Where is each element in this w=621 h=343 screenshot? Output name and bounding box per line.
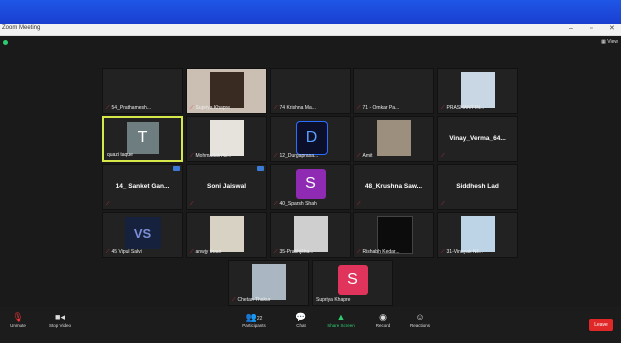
video-tile[interactable]: Siddhesh Lad ⟋: [437, 164, 518, 210]
connection-status-icon: [3, 40, 8, 45]
video-tile[interactable]: VS ⟋ 45 Vipul Salvi: [102, 212, 183, 258]
share-screen-button[interactable]: ▲ Share Screen: [323, 311, 359, 328]
mic-muted-icon: ⟋: [106, 201, 110, 207]
meeting-area: ▦ View ⟋ 54_Prathamesh... ⟋ Supriya Khapre…: [0, 36, 621, 343]
participant-photo: [376, 120, 411, 156]
video-tile[interactable]: ⟋ Amit: [353, 116, 434, 162]
minimize-icon[interactable]: –: [569, 24, 573, 34]
chat-button[interactable]: 💬 Chat: [283, 311, 319, 328]
video-tile[interactable]: D ⟋ 12_Durgaprasa...: [270, 116, 351, 162]
leave-button[interactable]: Leave: [589, 319, 613, 331]
mic-muted-icon: ⟋: [441, 105, 445, 111]
view-button[interactable]: ▦ View: [601, 39, 618, 45]
window-title-bar: Zoom Meeting – ▫ ✕: [0, 24, 621, 36]
mic-muted-icon: ⟋: [190, 105, 194, 111]
video-tile[interactable]: S Supriya Khapre: [312, 260, 393, 306]
mic-muted-icon: ⟋: [274, 105, 278, 111]
participant-video: [209, 72, 244, 108]
unmute-button[interactable]: 🎙 Unmute: [0, 311, 36, 328]
participants-icon: 👥22: [245, 312, 263, 322]
mic-muted-icon: ⟋: [232, 297, 236, 303]
participant-photo: [293, 216, 328, 252]
desktop-top-bar: [0, 0, 621, 24]
mic-muted-icon: ⟋: [106, 249, 110, 255]
mic-muted-icon: ⟋: [357, 249, 361, 255]
video-tile[interactable]: 14_ Sanket Gan... ⟋: [102, 164, 183, 210]
participant-avatar: S: [295, 169, 326, 199]
meeting-toolbar: 🎙 Unmute ■◂ Stop Video 👥22 Participants …: [0, 307, 621, 343]
record-icon: ◉: [379, 312, 387, 322]
more-options-icon[interactable]: [257, 166, 264, 171]
video-tile[interactable]: 48_Krushna Saw... ⟋: [353, 164, 434, 210]
mic-muted-icon: ⟋: [441, 201, 445, 207]
video-tile-active-speaker[interactable]: T quazi taque: [102, 116, 183, 162]
mic-muted-icon: ⟋: [441, 249, 445, 255]
video-tile[interactable]: ⟋ 31-Vinayak Nil...: [437, 212, 518, 258]
reactions-button[interactable]: ☺ Reactions: [402, 311, 438, 328]
video-tile[interactable]: Soni Jaiswal ⟋: [186, 164, 267, 210]
video-tile[interactable]: S ⟋ 40_Sparsh Shah: [270, 164, 351, 210]
participant-photo: [209, 120, 244, 156]
share-screen-icon: ▲: [336, 312, 346, 322]
mic-muted-icon: ⟋: [274, 249, 278, 255]
video-tile[interactable]: ⟋ Supriya Khapre: [186, 68, 267, 114]
mic-muted-icon: ⟋: [190, 153, 194, 159]
mic-muted-icon: 🎙: [12, 312, 24, 322]
mic-muted-icon: ⟋: [274, 153, 278, 159]
mic-muted-icon: ⟋: [357, 153, 361, 159]
participant-avatar: VS: [124, 217, 161, 249]
video-tile[interactable]: ⟋ PRASHANT IN...: [437, 68, 518, 114]
mic-muted-icon: ⟋: [274, 201, 278, 207]
chat-icon: 💬: [295, 312, 307, 322]
mic-muted-icon: ⟋: [190, 249, 194, 255]
video-tile[interactable]: ⟋ 35-Prabhjitha...: [270, 212, 351, 258]
mic-muted-icon: ⟋: [106, 105, 110, 111]
participants-button[interactable]: 👥22 Participants: [236, 311, 272, 328]
mic-muted-icon: ⟋: [441, 153, 445, 159]
video-tile[interactable]: ⟋ Mohmadali Ab...: [186, 116, 267, 162]
video-tile[interactable]: ⟋ Chetan Thakur: [228, 260, 309, 306]
mic-muted-icon: ⟋: [357, 201, 361, 207]
video-camera-icon: ■◂: [55, 312, 65, 322]
participant-avatar: T: [126, 122, 159, 154]
participant-photo: [209, 216, 244, 252]
mic-muted-icon: ⟋: [357, 105, 361, 111]
participant-photo: [460, 216, 495, 252]
video-tile[interactable]: Vinay_Verma_64... ⟋: [437, 116, 518, 162]
record-button[interactable]: ◉ Record: [365, 311, 401, 328]
more-options-icon[interactable]: [173, 166, 180, 171]
participant-avatar: D: [295, 121, 328, 155]
video-tile[interactable]: ⟋ 74 Krishna Ma...: [270, 68, 351, 114]
stop-video-button[interactable]: ■◂ Stop Video: [42, 311, 78, 328]
video-tile[interactable]: ⟋ Rishabh Kedar...: [353, 212, 434, 258]
participant-photo: [460, 72, 495, 108]
mic-muted-icon: ⟋: [190, 201, 194, 207]
maximize-icon[interactable]: ▫: [590, 24, 592, 34]
window-title: Zoom Meeting: [2, 25, 41, 31]
participant-avatar: S: [337, 265, 368, 295]
reactions-icon: ☺: [415, 312, 425, 322]
close-icon[interactable]: ✕: [609, 24, 615, 34]
video-tile[interactable]: ⟋ 71 - Omkar Pa...: [353, 68, 434, 114]
video-tile[interactable]: ⟋ anwjy tiwari: [186, 212, 267, 258]
participant-photo: [251, 264, 286, 300]
video-tile[interactable]: ⟋ 54_Prathamesh...: [102, 68, 183, 114]
